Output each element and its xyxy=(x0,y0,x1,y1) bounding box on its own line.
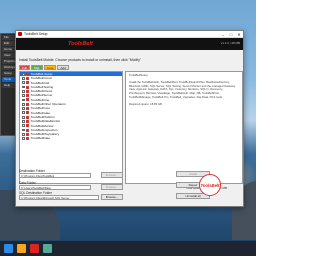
checkbox[interactable] xyxy=(22,77,25,80)
checkbox[interactable] xyxy=(22,115,25,119)
checkbox[interactable] xyxy=(22,94,25,98)
tab-full[interactable]: Full xyxy=(19,65,30,70)
minimize-icon[interactable]: – xyxy=(219,31,227,38)
product-icon xyxy=(26,89,30,93)
checkbox[interactable] xyxy=(22,137,25,140)
checkbox[interactable] xyxy=(22,128,25,132)
product-icon xyxy=(26,76,30,80)
description-space: Required space: 18.85 GB xyxy=(129,101,162,106)
tab-core[interactable]: Core xyxy=(43,65,57,70)
tree-item[interactable]: ToolsBeltData xyxy=(20,136,122,140)
tab-add[interactable]: Add xyxy=(57,65,69,70)
product-banner: ToolsBelt v1.1.0 | 48 MB xyxy=(16,38,243,50)
start-icon[interactable] xyxy=(4,244,13,253)
product-icon xyxy=(26,94,30,98)
checkbox[interactable] xyxy=(22,120,25,123)
app-taskbar-icon[interactable] xyxy=(30,244,39,253)
product-icon xyxy=(26,124,30,128)
product-icon xyxy=(26,119,30,123)
maximize-icon[interactable]: □ xyxy=(227,31,235,38)
product-icon xyxy=(26,81,30,85)
instructions-text: Install ToolsBelt Mobile: Choose product… xyxy=(19,58,142,62)
checkbox[interactable] xyxy=(22,102,25,106)
product-icon xyxy=(26,102,30,106)
product-icon xyxy=(26,128,30,132)
checkbox[interactable] xyxy=(22,98,25,102)
sql-destination-browse-button[interactable]: Browse... xyxy=(101,194,123,200)
preset-tabs: Full SQL Core Add xyxy=(19,65,69,70)
destination-browse-button[interactable]: Browse... xyxy=(101,172,123,178)
product-icon xyxy=(26,132,30,136)
checkbox[interactable] xyxy=(22,81,25,85)
title-bar[interactable]: ToolsBelt Setup – □ ✕ xyxy=(16,31,243,38)
tree-item-label: ToolsBeltData xyxy=(30,136,50,141)
brand-badge-text: ToolsBelt xyxy=(200,182,220,188)
product-icon xyxy=(26,72,30,76)
checkbox[interactable] xyxy=(22,89,25,93)
checkbox[interactable] xyxy=(22,107,25,110)
pinned-app-icon[interactable] xyxy=(43,244,52,253)
app-icon xyxy=(18,32,22,36)
destination-field[interactable]: C:\Program Files\ToolsBelt xyxy=(19,173,91,178)
brand-badge-logo: ToolsBelt xyxy=(199,174,221,196)
description-panel: ToolsBeltSetup Install the ToolsBelt/Hub… xyxy=(125,71,243,184)
product-icon xyxy=(26,85,30,89)
product-logo: ToolsBelt xyxy=(68,41,93,47)
close-icon[interactable]: ✕ xyxy=(235,31,243,38)
data-folder-browse-button[interactable]: Browse... xyxy=(101,184,123,190)
checkbox[interactable] xyxy=(22,132,25,136)
description-heading: ToolsBeltSetup xyxy=(129,73,148,77)
product-icon xyxy=(26,98,30,102)
file-explorer-icon[interactable] xyxy=(17,244,26,253)
description-body: Install the ToolsBelt/Hub, ToolsBeltPlan… xyxy=(129,79,236,99)
data-folder-field[interactable]: C:\Users\ToolsBelt\Data xyxy=(19,185,91,190)
version-label: v1.1.0 | 48 MB xyxy=(220,41,240,45)
tab-sql[interactable]: SQL xyxy=(30,65,43,70)
product-icon xyxy=(26,107,30,111)
product-icon xyxy=(26,115,30,119)
checkbox[interactable] xyxy=(22,124,25,128)
checkbox[interactable] xyxy=(22,111,25,115)
checkbox[interactable] xyxy=(22,85,25,89)
window-title: ToolsBelt Setup xyxy=(24,32,48,36)
product-icon xyxy=(26,137,30,141)
product-tree[interactable]: ToolsBelt Setup ToolsBeltCloud ToolsBelt… xyxy=(19,71,123,184)
sql-destination-field[interactable]: C:\Program Files\Microsoft SQL Server xyxy=(19,195,99,200)
taskbar xyxy=(0,241,256,256)
checkbox[interactable] xyxy=(22,72,25,76)
product-icon xyxy=(26,111,30,115)
